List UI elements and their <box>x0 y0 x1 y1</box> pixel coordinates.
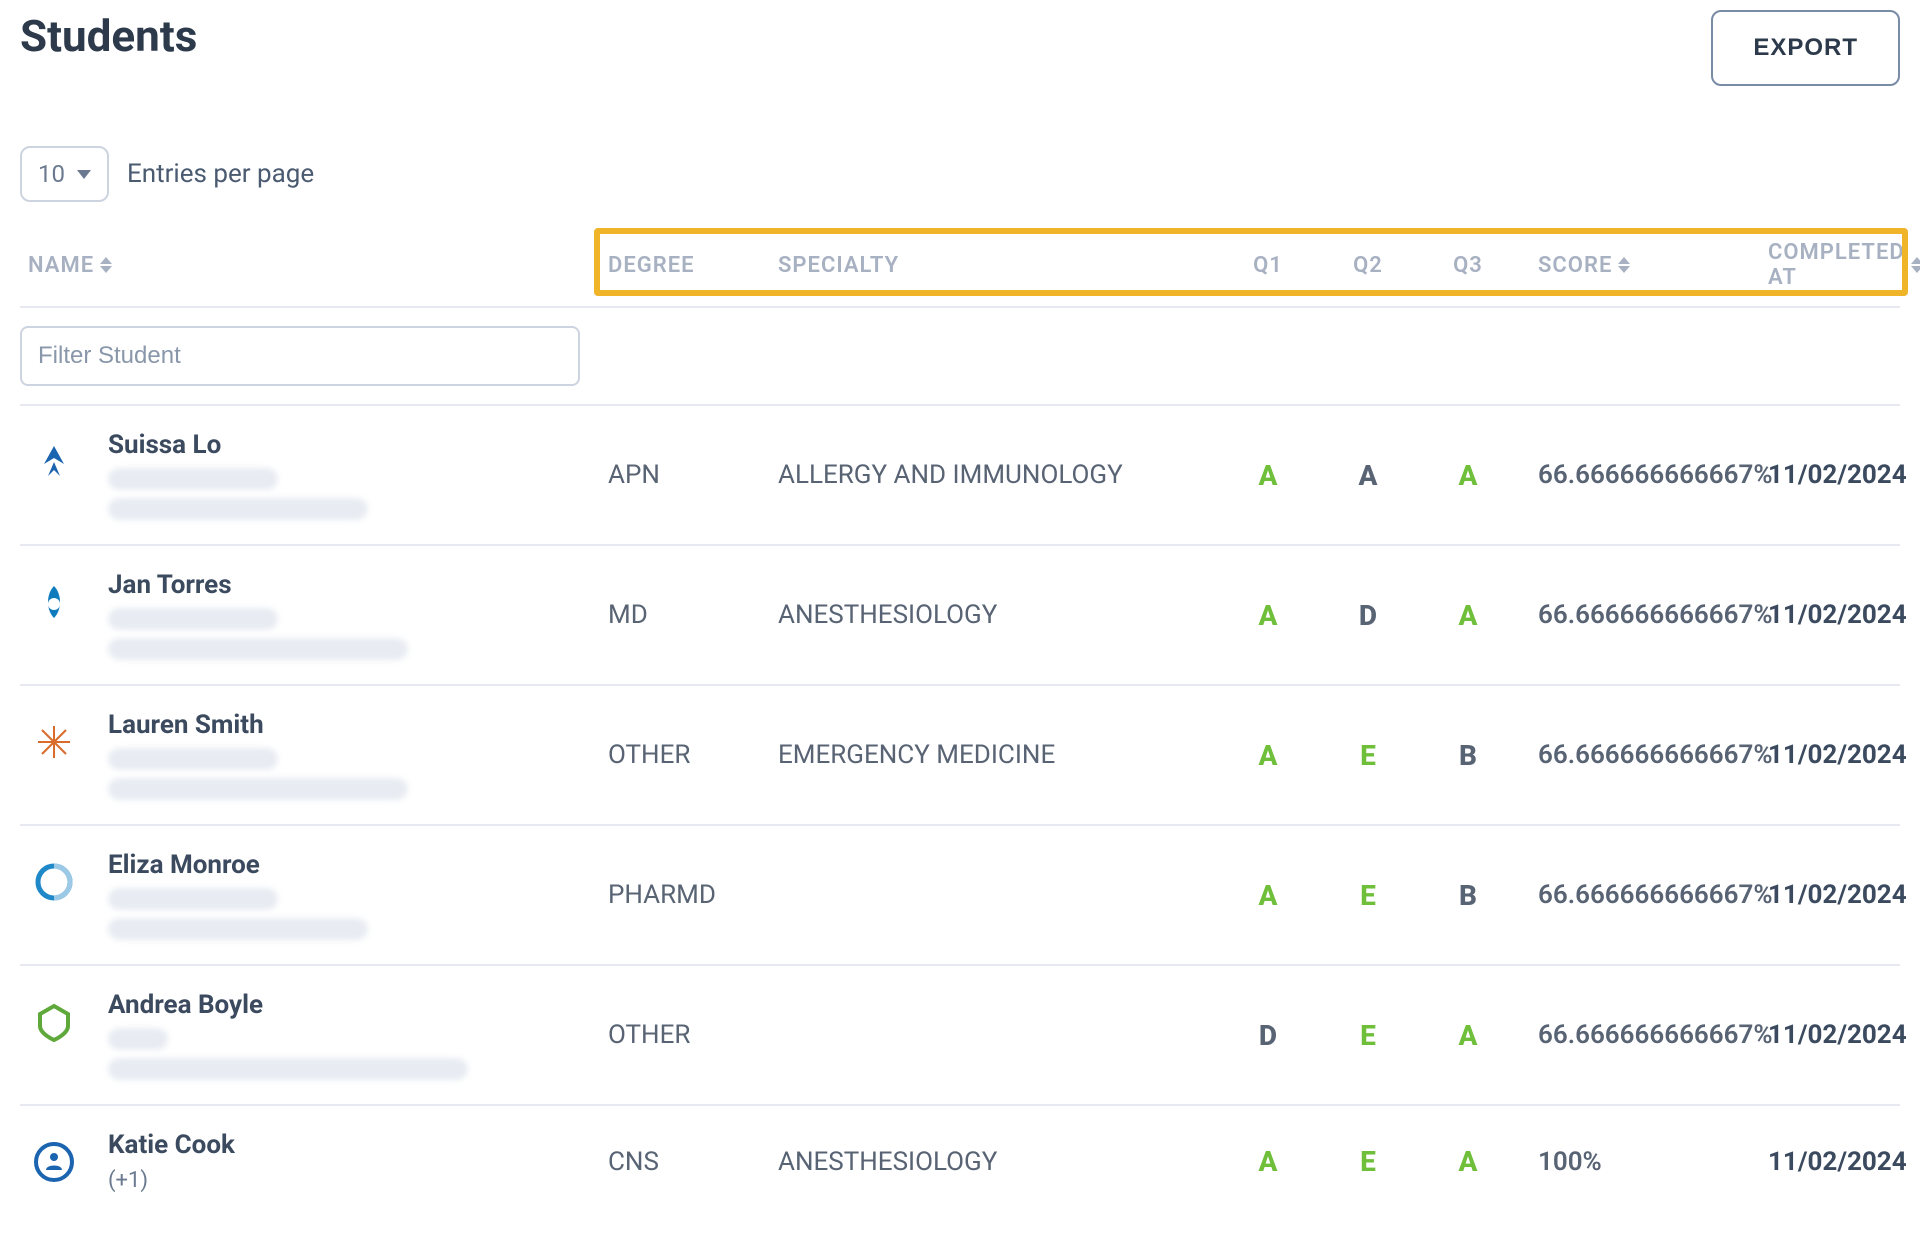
col-name-label: NAME <box>28 253 94 278</box>
degree-cell: APN <box>608 460 778 490</box>
completed-at-cell: 11/02/2024 <box>1768 460 1920 490</box>
page-title: Students <box>20 10 197 62</box>
q1-cell: A <box>1218 1145 1318 1178</box>
avatar <box>28 716 80 768</box>
q1-cell: A <box>1218 459 1318 492</box>
q1-cell: A <box>1218 599 1318 632</box>
col-completed-at[interactable]: COMPLETED AT <box>1768 240 1920 290</box>
redacted-info <box>108 468 278 490</box>
sort-icon <box>1618 257 1630 273</box>
completed-at-cell: 11/02/2024 <box>1768 1147 1920 1177</box>
avatar <box>28 436 80 488</box>
completed-at-cell: 11/02/2024 <box>1768 600 1920 630</box>
redacted-info <box>108 748 278 770</box>
export-button[interactable]: EXPORT <box>1711 10 1900 86</box>
degree-cell: MD <box>608 600 778 630</box>
q3-cell: B <box>1418 739 1518 772</box>
completed-at-cell: 11/02/2024 <box>1768 880 1920 910</box>
q1-cell: A <box>1218 879 1318 912</box>
q3-cell: A <box>1418 599 1518 632</box>
score-cell: 66.666666666667% <box>1518 740 1768 770</box>
filter-student-input[interactable] <box>20 326 580 386</box>
q3-cell: B <box>1418 879 1518 912</box>
redacted-info <box>108 498 368 520</box>
redacted-info <box>108 1058 468 1080</box>
specialty-cell: ANESTHESIOLOGY <box>778 1147 1218 1177</box>
score-cell: 66.666666666667% <box>1518 460 1768 490</box>
redacted-info <box>108 888 278 910</box>
redacted-info <box>108 1028 168 1050</box>
completed-at-cell: 11/02/2024 <box>1768 1020 1920 1050</box>
degree-cell: CNS <box>608 1147 778 1177</box>
avatar <box>28 1136 80 1188</box>
col-q1[interactable]: Q1 <box>1218 253 1318 278</box>
q1-cell: D <box>1218 1019 1318 1052</box>
col-q3[interactable]: Q3 <box>1418 253 1518 278</box>
degree-cell: OTHER <box>608 1020 778 1050</box>
chevron-down-icon <box>77 170 91 179</box>
q2-cell: E <box>1318 879 1418 912</box>
table-row[interactable]: Jan Torres MD ANESTHESIOLOGY A D A 66.66… <box>20 546 1900 686</box>
q2-cell: E <box>1318 1019 1418 1052</box>
avatar <box>28 576 80 628</box>
redacted-info <box>108 608 278 630</box>
degree-cell: PHARMD <box>608 880 778 910</box>
avatar <box>28 856 80 908</box>
sort-icon <box>100 257 112 273</box>
degree-cell: OTHER <box>608 740 778 770</box>
student-name: Eliza Monroe <box>108 850 368 880</box>
q2-cell: D <box>1318 599 1418 632</box>
specialty-cell: ANESTHESIOLOGY <box>778 600 1218 630</box>
student-sub: (+1) <box>108 1168 235 1193</box>
q2-cell: E <box>1318 1145 1418 1178</box>
entries-per-page-select[interactable]: 10 <box>20 146 109 202</box>
col-q1-label: Q1 <box>1253 253 1283 278</box>
q3-cell: A <box>1418 1019 1518 1052</box>
student-name: Jan Torres <box>108 570 408 600</box>
q1-cell: A <box>1218 739 1318 772</box>
score-cell: 100% <box>1518 1147 1768 1177</box>
col-specialty[interactable]: SPECIALTY <box>778 253 1218 278</box>
specialty-cell: ALLERGY AND IMMUNOLOGY <box>778 460 1218 490</box>
redacted-info <box>108 778 408 800</box>
redacted-info <box>108 638 408 660</box>
filter-row <box>20 308 1900 406</box>
student-name: Lauren Smith <box>108 710 408 740</box>
table-row[interactable]: Andrea Boyle OTHER D E A 66.666666666667… <box>20 966 1900 1106</box>
col-completed-at-label: COMPLETED AT <box>1768 240 1905 290</box>
q3-cell: A <box>1418 459 1518 492</box>
student-name: Andrea Boyle <box>108 990 468 1020</box>
q3-cell: A <box>1418 1145 1518 1178</box>
table-row[interactable]: Eliza Monroe PHARMD A E B 66.66666666666… <box>20 826 1900 966</box>
col-score[interactable]: SCORE <box>1518 253 1630 278</box>
entries-label: Entries per page <box>127 159 314 189</box>
col-q2[interactable]: Q2 <box>1318 253 1418 278</box>
specialty-cell: EMERGENCY MEDICINE <box>778 740 1218 770</box>
redacted-info <box>108 918 368 940</box>
table-row[interactable]: Katie Cook (+1) CNS ANESTHESIOLOGY A E A… <box>20 1106 1900 1217</box>
col-specialty-label: SPECIALTY <box>778 253 899 278</box>
table-row[interactable]: Suissa Lo APN ALLERGY AND IMMUNOLOGY A A… <box>20 406 1900 546</box>
col-q3-label: Q3 <box>1453 253 1483 278</box>
table-row[interactable]: Lauren Smith OTHER EMERGENCY MEDICINE A … <box>20 686 1900 826</box>
entries-value: 10 <box>38 160 65 188</box>
q2-cell: A <box>1318 459 1418 492</box>
score-cell: 66.666666666667% <box>1518 600 1768 630</box>
q2-cell: E <box>1318 739 1418 772</box>
col-name[interactable]: NAME <box>28 253 608 278</box>
table-header: NAME DEGREE SPECIALTY Q1 Q2 Q3 SCORE COM… <box>20 240 1900 302</box>
score-cell: 66.666666666667% <box>1518 880 1768 910</box>
avatar <box>28 996 80 1048</box>
col-q2-label: Q2 <box>1353 253 1383 278</box>
sort-icon <box>1911 257 1920 273</box>
score-cell: 66.666666666667% <box>1518 1020 1768 1050</box>
col-degree-label: DEGREE <box>608 253 695 278</box>
student-name: Suissa Lo <box>108 430 368 460</box>
col-score-label: SCORE <box>1538 253 1612 278</box>
completed-at-cell: 11/02/2024 <box>1768 740 1920 770</box>
student-name: Katie Cook <box>108 1130 235 1160</box>
col-degree[interactable]: DEGREE <box>608 253 778 278</box>
